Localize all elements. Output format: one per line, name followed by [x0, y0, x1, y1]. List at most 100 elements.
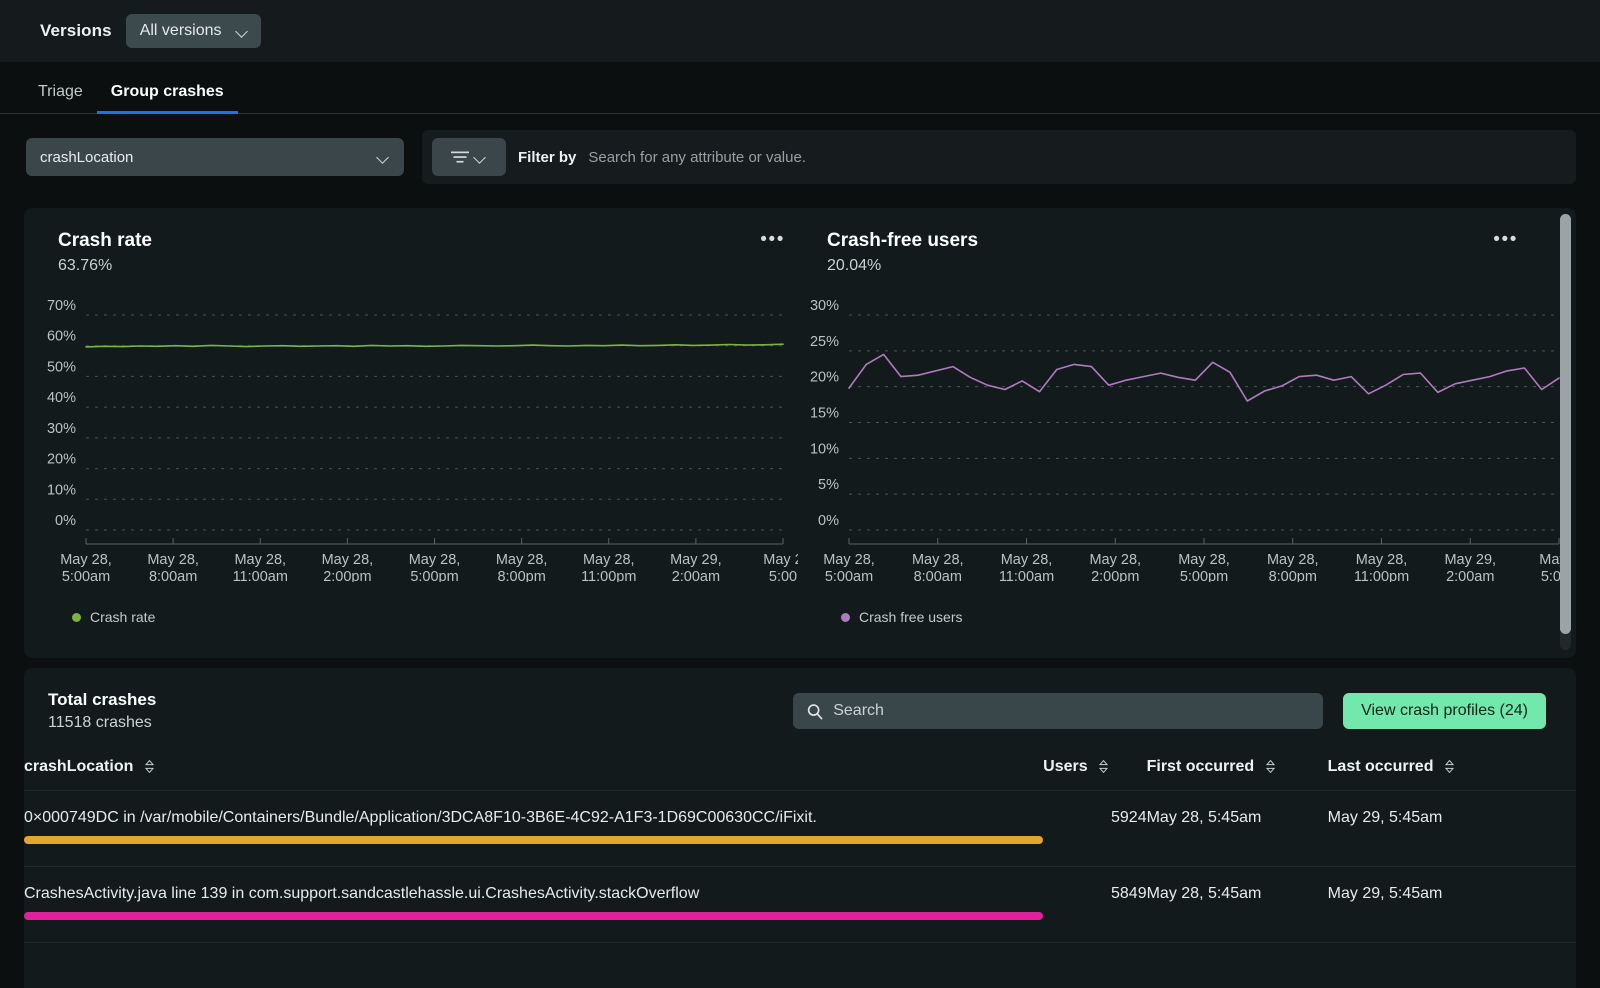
- table-row[interactable]: 0×000749DC in /var/mobile/Containers/Bun…: [24, 791, 1576, 867]
- crash-free-users-svg: 30%25%20%15%10%5%0%May 28,5:00amMay 28,8…: [807, 297, 1567, 582]
- versions-select-value: All versions: [140, 22, 222, 40]
- attribute-select[interactable]: crashLocation: [26, 138, 404, 176]
- y-axis-tick: 40%: [47, 390, 76, 406]
- y-axis-tick: 20%: [47, 452, 76, 468]
- y-axis-tick: 25%: [810, 334, 839, 350]
- crash-table: crashLocation Users: [24, 742, 1576, 943]
- crash-rate-plot: 70%60%50%40%30%20%10%0%May 28,5:00amMay …: [38, 297, 807, 567]
- filter-row: crashLocation Filter by Search for any a…: [0, 114, 1600, 200]
- cell-first-occurred: May 28, 5:45am: [1147, 791, 1328, 867]
- cell-users: 5849: [1043, 867, 1146, 943]
- cell-last-occurred: May 29, 5:45am: [1328, 867, 1576, 943]
- x-axis-label: May 28,: [234, 552, 286, 568]
- versions-label: Versions: [40, 21, 112, 41]
- sort-arrows-icon: [1266, 760, 1275, 773]
- x-axis-label: May 28,: [912, 552, 964, 568]
- y-axis-tick: 10%: [47, 482, 76, 498]
- sort-arrows-icon: [145, 760, 154, 773]
- legend-label-crash-free-users: Crash free users: [859, 609, 962, 625]
- y-axis-tick: 0%: [818, 513, 839, 529]
- y-axis-tick: 30%: [810, 298, 839, 314]
- crash-rate-chart-card: Crash rate 63.76% ••• 70%60%50%40%30%20%…: [24, 208, 807, 658]
- filter-search-box[interactable]: Filter by Search for any attribute or va…: [422, 130, 1576, 184]
- column-header-users[interactable]: Users: [1043, 742, 1146, 791]
- versions-select[interactable]: All versions: [126, 14, 261, 48]
- table-search-wrap[interactable]: [793, 693, 1323, 729]
- total-crashes-count: 11518 crashes: [48, 714, 268, 732]
- filter-icon: [451, 151, 469, 164]
- legend-dot-crash-rate: [72, 613, 81, 622]
- tab-group-crashes[interactable]: Group crashes: [97, 83, 238, 113]
- x-axis-label: May 29,: [670, 552, 722, 568]
- y-axis-tick: 15%: [810, 406, 839, 422]
- x-axis-label: 5:00: [769, 569, 797, 582]
- column-header-first-occurred[interactable]: First occurred: [1147, 742, 1328, 791]
- x-axis-label: 8:00pm: [1269, 569, 1317, 582]
- sort-arrows-icon: [1445, 760, 1454, 773]
- charts-panel: Crash rate 63.76% ••• 70%60%50%40%30%20%…: [24, 208, 1576, 658]
- chevron-down-icon: [377, 153, 390, 161]
- y-axis-tick: 70%: [47, 298, 76, 314]
- table-search-input[interactable]: [833, 702, 1309, 720]
- charts-scrollbar-thumb[interactable]: [1560, 214, 1571, 634]
- cell-first-occurred: May 28, 5:45am: [1147, 867, 1328, 943]
- x-axis-label: May 28,: [823, 552, 875, 568]
- table-row[interactable]: CrashesActivity.java line 139 in com.sup…: [24, 867, 1576, 943]
- x-axis-label: May 28,: [1178, 552, 1230, 568]
- cell-last-occurred: May 29, 5:45am: [1328, 791, 1576, 867]
- y-axis-tick: 30%: [47, 421, 76, 437]
- x-axis-label: 2:00pm: [1091, 569, 1139, 582]
- column-header-last-occurred[interactable]: Last occurred: [1328, 742, 1576, 791]
- crash-free-users-title: Crash-free users: [827, 230, 1576, 252]
- search-icon: [807, 703, 823, 720]
- legend-dot-crash-free-users: [841, 613, 850, 622]
- x-axis-label: May 28,: [583, 552, 635, 568]
- x-axis-label: 5:00am: [825, 569, 873, 582]
- cell-users: 5924: [1043, 791, 1146, 867]
- x-axis-label: 5:00pm: [410, 569, 458, 582]
- crashlocation-bar: [24, 912, 1043, 920]
- crash-free-users-plot: 30%25%20%15%10%5%0%May 28,5:00amMay 28,8…: [807, 297, 1576, 567]
- series-line: [849, 354, 1559, 401]
- x-axis-label: 8:00am: [149, 569, 197, 582]
- crash-rate-value: 63.76%: [58, 257, 807, 275]
- chevron-down-icon: [236, 27, 249, 35]
- x-axis-label: May 2: [763, 552, 798, 568]
- view-crash-profiles-button[interactable]: View crash profiles (24): [1343, 693, 1546, 729]
- y-axis-tick: 20%: [810, 370, 839, 386]
- x-axis-label: May 28,: [409, 552, 461, 568]
- x-axis-label: May 28,: [60, 552, 112, 568]
- x-axis-label: 2:00pm: [323, 569, 371, 582]
- x-axis-label: May 29,: [1444, 552, 1496, 568]
- filter-placeholder: Search for any attribute or value.: [588, 149, 806, 166]
- x-axis-label: 2:00am: [1446, 569, 1494, 582]
- overflow-menu-icon[interactable]: •••: [760, 234, 785, 246]
- x-axis-label: May 28,: [1089, 552, 1141, 568]
- filter-type-button[interactable]: [432, 138, 506, 176]
- crash-rate-svg: 70%60%50%40%30%20%10%0%May 28,5:00amMay …: [38, 297, 798, 582]
- charts-scrollbar[interactable]: [1560, 214, 1571, 650]
- column-header-crashlocation[interactable]: crashLocation: [24, 742, 1043, 791]
- tab-triage[interactable]: Triage: [24, 83, 97, 113]
- crash-free-users-chart-card: Crash-free users 20.04% ••• 30% 25% 20% 15%…: [807, 208, 1576, 658]
- x-axis-label: May 28,: [147, 552, 199, 568]
- crash-free-users-header: Crash-free users 20.04%: [807, 230, 1576, 275]
- total-crashes-title: Total crashes: [48, 690, 268, 710]
- crashlocation-bar: [24, 836, 1043, 844]
- crash-table-panel: Total crashes 11518 crashes View crash p…: [24, 668, 1576, 988]
- x-axis-label: May 28,: [1267, 552, 1319, 568]
- crash-rate-legend: Crash rate: [38, 609, 807, 625]
- x-axis-label: 2:00am: [672, 569, 720, 582]
- x-axis-label: May 28,: [496, 552, 548, 568]
- x-axis-label: 5:00pm: [1180, 569, 1228, 582]
- x-axis-label: 11:00pm: [581, 569, 636, 582]
- crash-free-users-legend: Crash free users: [807, 609, 1576, 625]
- x-axis-label: May 28,: [322, 552, 374, 568]
- overflow-menu-icon[interactable]: •••: [1493, 234, 1518, 246]
- cell-crashlocation: CrashesActivity.java line 139 in com.sup…: [24, 867, 1043, 943]
- crash-analytics-page: Versions All versions Triage Group crash…: [0, 0, 1600, 988]
- y-axis-tick: 60%: [47, 329, 76, 345]
- table-header-row: crashLocation Users: [24, 742, 1576, 791]
- crash-rate-title: Crash rate: [58, 230, 807, 252]
- x-axis-label: 8:00pm: [497, 569, 545, 582]
